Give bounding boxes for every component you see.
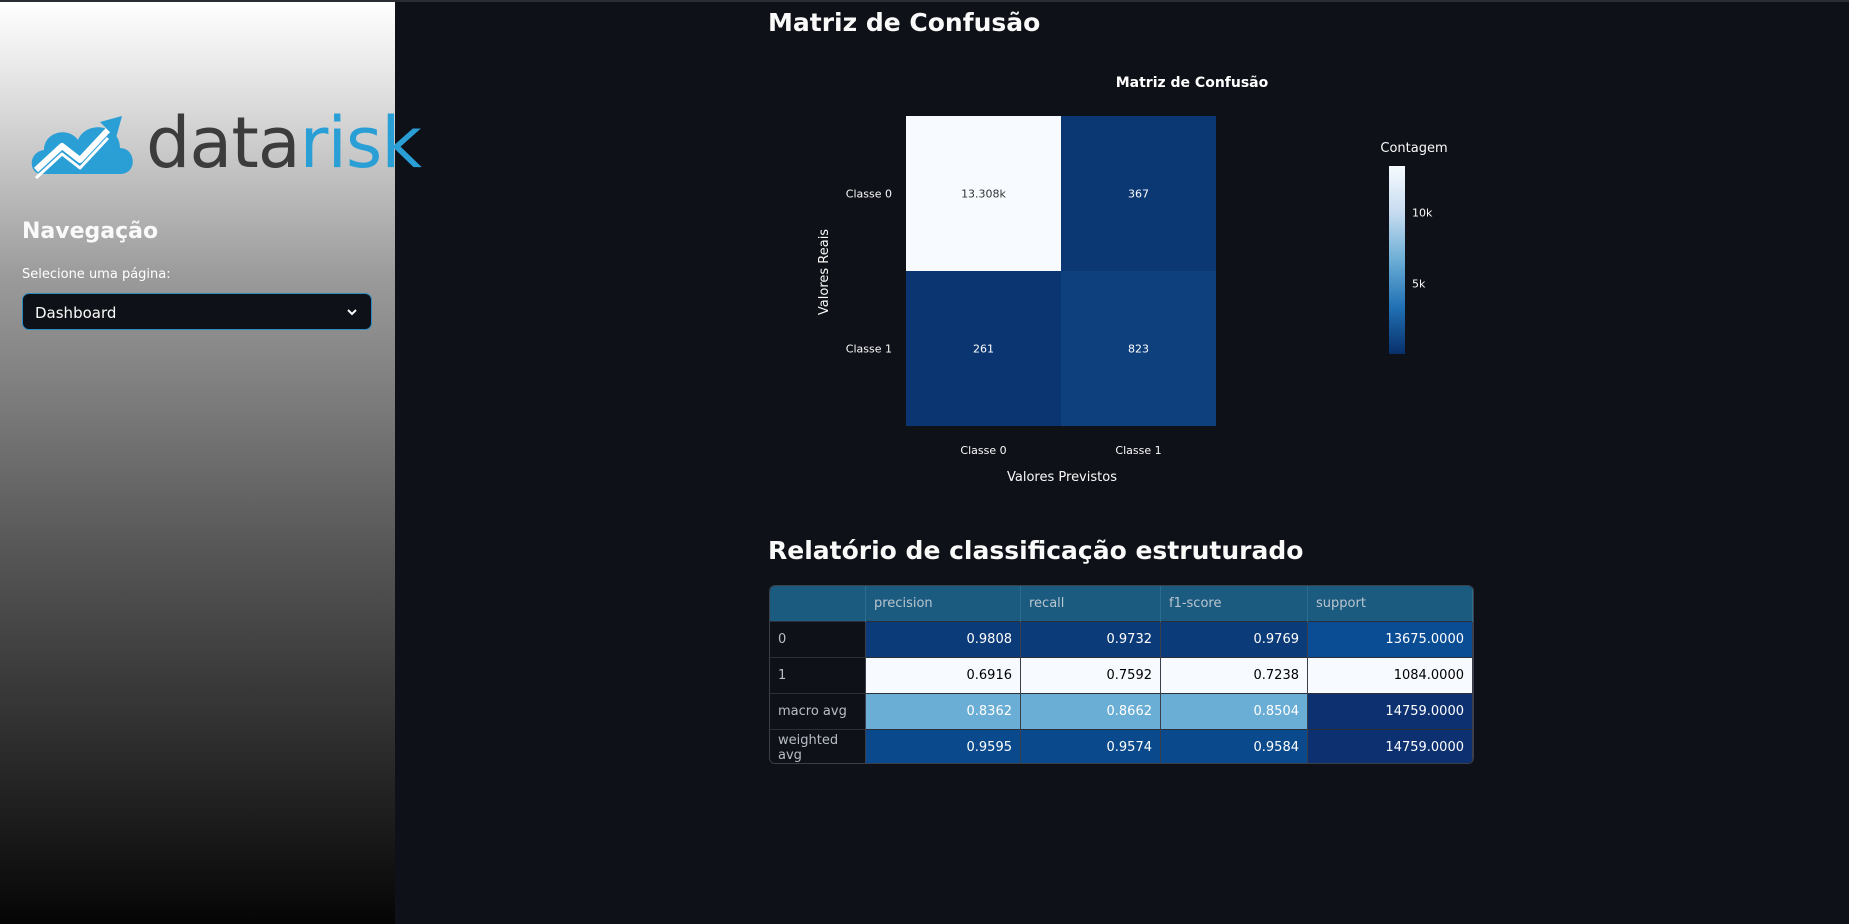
column-header[interactable]: recall bbox=[1020, 586, 1161, 622]
cell-label: 261 bbox=[973, 343, 994, 356]
table-cell: 0.8662 bbox=[1020, 693, 1161, 730]
colorbar-tick-label: 10k bbox=[1412, 207, 1433, 220]
row-label: 1 bbox=[770, 657, 866, 694]
page-select-label: Selecione uma página: bbox=[22, 267, 171, 282]
logo-text-data: data bbox=[146, 102, 301, 184]
colorbar-tick-label: 5k bbox=[1412, 277, 1426, 290]
table-cell: 0.8504 bbox=[1160, 693, 1308, 730]
cloud-chart-icon bbox=[31, 116, 133, 180]
table-cell: 0.8362 bbox=[865, 693, 1021, 730]
table-cell: 14759.0000 bbox=[1307, 693, 1473, 730]
page-select-value: Dashboard bbox=[35, 304, 117, 322]
table-header-row: precision recall f1-score support bbox=[770, 586, 1473, 622]
cell-label: 823 bbox=[1128, 343, 1149, 356]
navigation-title: Navegação bbox=[22, 219, 159, 244]
y-axis-title: Valores Reais bbox=[817, 229, 832, 315]
table-cell: 0.9595 bbox=[865, 729, 1021, 763]
y-tick-label: Classe 0 bbox=[846, 188, 892, 201]
table-row: 1 0.6916 0.7592 0.7238 1084.0000 bbox=[770, 657, 1473, 694]
confusion-matrix-chart: Matriz de Confusão 13.308k 367 261 823 Clas… bbox=[817, 75, 1448, 485]
colorbar-title: Contagem bbox=[1380, 141, 1447, 156]
page-select[interactable]: Dashboard bbox=[22, 293, 372, 330]
table-cell: 0.9584 bbox=[1160, 729, 1308, 763]
confusion-matrix-heading: Matriz de Confusão bbox=[768, 8, 1041, 37]
column-header[interactable]: support bbox=[1307, 586, 1473, 622]
logo-text-risk: risk bbox=[299, 102, 422, 184]
classification-report-table: precision recall f1-score support 0 0.9808 0.… bbox=[769, 585, 1474, 764]
column-header[interactable]: precision bbox=[865, 586, 1021, 622]
classification-report-heading: Relatório de classificação estruturado bbox=[768, 536, 1304, 565]
row-label: weighted avg bbox=[770, 729, 866, 763]
cell-label: 367 bbox=[1128, 188, 1149, 201]
table-cell: 13675.0000 bbox=[1307, 621, 1473, 658]
table-cell: 0.9769 bbox=[1160, 621, 1308, 658]
table-cell: 0.7592 bbox=[1020, 657, 1161, 694]
x-axis-title: Valores Previstos bbox=[1007, 470, 1117, 485]
column-header[interactable]: f1-score bbox=[1160, 586, 1308, 622]
table-cell: 0.7238 bbox=[1160, 657, 1308, 694]
chart-title: Matriz de Confusão bbox=[1116, 75, 1269, 91]
colorbar bbox=[1389, 166, 1405, 354]
index-header[interactable] bbox=[770, 586, 866, 622]
table-cell: 1084.0000 bbox=[1307, 657, 1473, 694]
table-cell: 0.6916 bbox=[865, 657, 1021, 694]
table-cell: 14759.0000 bbox=[1307, 729, 1473, 763]
row-label: 0 bbox=[770, 621, 866, 658]
x-tick-label: Classe 0 bbox=[960, 444, 1006, 457]
table-cell: 0.9732 bbox=[1020, 621, 1161, 658]
x-tick-label: Classe 1 bbox=[1115, 444, 1161, 457]
datarisk-logo: datarisk bbox=[28, 102, 422, 186]
y-tick-label: Classe 1 bbox=[846, 343, 892, 356]
chevron-down-icon bbox=[347, 309, 357, 316]
logo-wordmark: datarisk bbox=[146, 102, 422, 184]
table-row: 0 0.9808 0.9732 0.9769 13675.0000 bbox=[770, 621, 1473, 658]
table-cell: 0.9574 bbox=[1020, 729, 1161, 763]
sidebar: datarisk Navegação Selecione uma página:… bbox=[0, 2, 422, 924]
row-label: macro avg bbox=[770, 693, 866, 730]
cell-label: 13.308k bbox=[961, 188, 1006, 201]
table-row: macro avg 0.8362 0.8662 0.8504 14759.0000 bbox=[770, 693, 1473, 730]
table-cell: 0.9808 bbox=[865, 621, 1021, 658]
table-row: weighted avg 0.9595 0.9574 0.9584 14759.0000 bbox=[770, 729, 1473, 763]
